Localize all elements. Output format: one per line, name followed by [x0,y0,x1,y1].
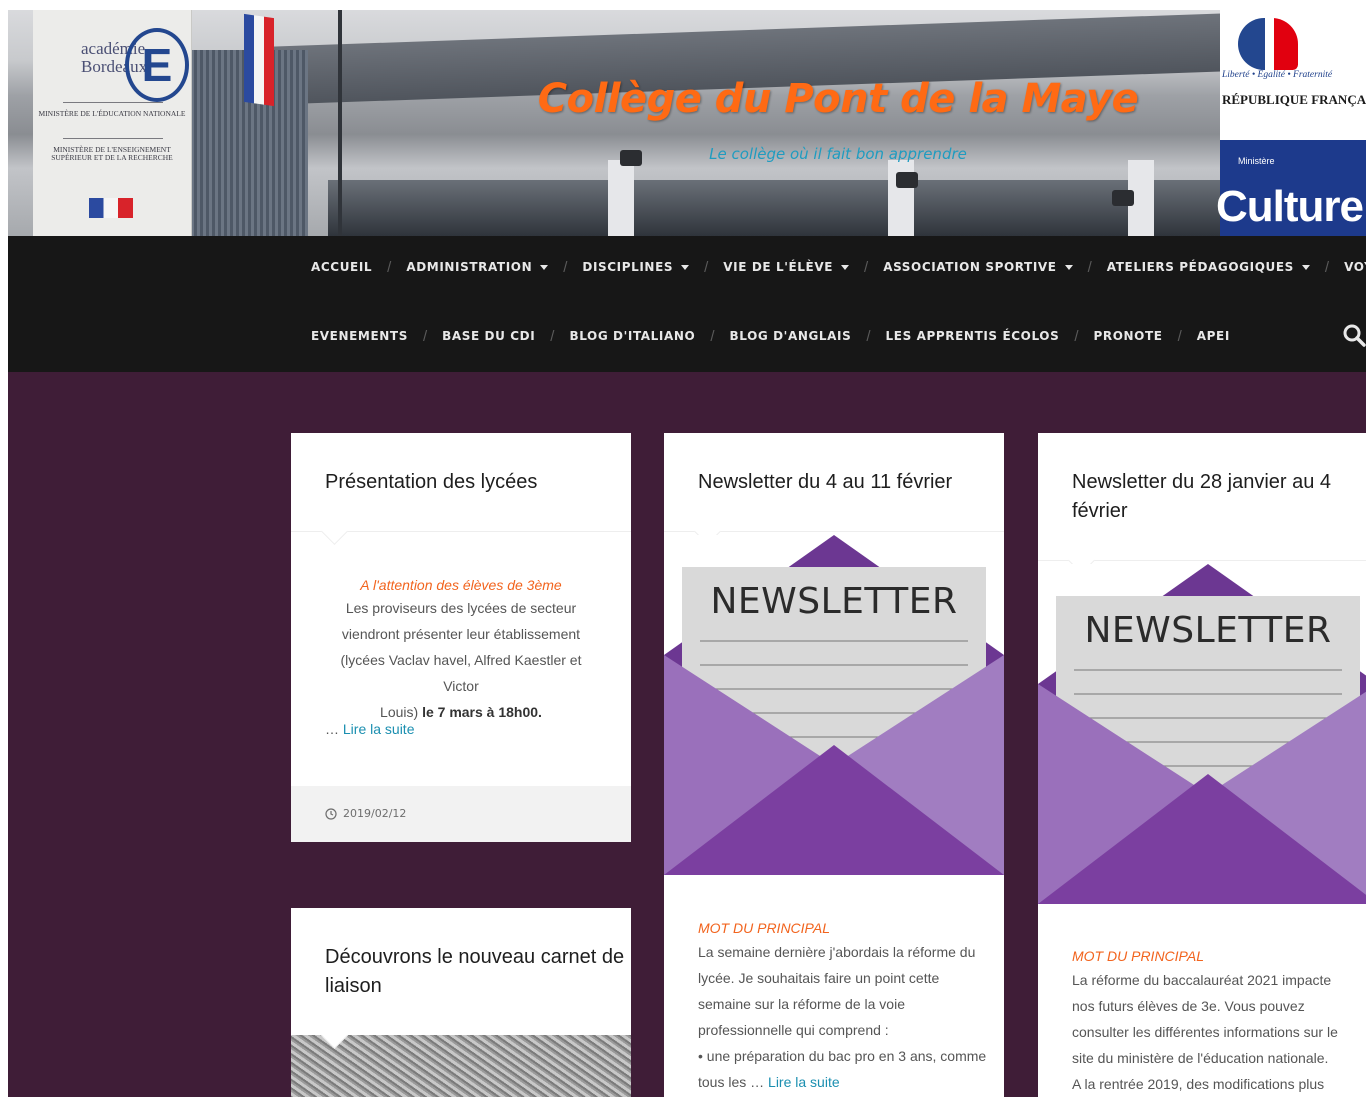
post-kicker: MOT DU PRINCIPAL [698,920,830,936]
nav-item-association-sportive[interactable]: ASSOCIATION SPORTIVE [876,256,1079,278]
page-frame: Collège du Pont de la Maye Le collège où… [8,10,1366,1097]
excerpt-line: • une préparation du bac pro en 3 ans, c… [698,1048,987,1064]
read-more-link[interactable]: Lire la suite [768,1074,840,1090]
nav-item-administration[interactable]: ADMINISTRATION [399,256,555,278]
nav-item-apprentis-ecolos[interactable]: LES APPRENTIS ÉCOLOS [879,325,1067,347]
nav-item-blog-italiano[interactable]: BLOG D'ITALIANO [562,325,702,347]
excerpt-line: La réforme du baccalauréat 2021 impacte [1072,972,1332,988]
newsletter-envelope-image[interactable]: NEWSLETTER [1038,564,1366,904]
nav-item-blog-anglais[interactable]: BLOG D'ANGLAIS [723,325,859,347]
ministere-recherche-text: MINISTÈRE DE L'ENSEIGNEMENT SUPÉRIEUR ET… [51,145,173,162]
post-meta-footer: 2019/02/12 [291,786,631,842]
clock-icon [325,807,337,820]
excerpt-line: tous les … Lire la suite [698,1074,840,1090]
card-notch [321,518,348,545]
newsletter-word: NEWSLETTER [1084,610,1332,651]
nav-item-base-cdi[interactable]: BASE DU CDI [435,325,542,347]
nav-item-evenements[interactable]: EVENEMENTS [304,325,415,347]
read-more-row: … Lire la suite [325,721,415,737]
nav-separator: / [1087,258,1092,276]
post-kicker: MOT DU PRINCIPAL [1072,948,1204,964]
nav-item-ateliers[interactable]: ATELIERS PÉDAGOGIQUES [1100,256,1317,278]
ministere-culture-logo: Liberté • Égalité • Fraternité RÉPUBLIQU… [1216,10,1366,236]
read-more-link[interactable]: Lire la suite [343,721,415,737]
post-excerpt: MOT DU PRINCIPAL La réforme du baccalaur… [1072,945,1362,1097]
nav-separator: / [1074,327,1079,345]
post-kicker: A l'attention des élèves de 3ème [360,577,562,593]
post-date[interactable]: 2019/02/12 [325,807,406,820]
chevron-down-icon [681,264,690,270]
nav-row-2: EVENEMENTS / BASE DU CDI / BLOG D'ITALIA… [304,325,1237,347]
nav-separator: / [1177,327,1182,345]
nav-separator: / [866,327,871,345]
excerpt-line: Les proviseurs des lycées de secteur [345,600,577,616]
devise-text: Liberté • Égalité • Fraternité [1222,70,1333,80]
building-pillar [608,160,634,236]
flagpole [338,10,342,236]
lamp-icon [1112,190,1134,206]
nav-item-apei[interactable]: APEI [1190,325,1237,347]
site-title[interactable]: Collège du Pont de la Maye [8,76,1366,122]
culture-label: Culture [1216,182,1364,231]
chevron-down-icon [841,264,850,270]
post-title[interactable]: Présentation des lycées [325,468,537,497]
site-tagline: Le collège où il fait bon apprendre [709,145,967,163]
nav-separator: / [550,327,555,345]
post-title[interactable]: Newsletter du 4 au 11 février [698,468,952,497]
nav-item-voyages[interactable]: VOYAGES [1337,256,1366,278]
post-title[interactable]: Découvrons le nouveau carnet de liaison [325,943,624,1001]
nav-separator: / [563,258,568,276]
nav-item-accueil[interactable]: ACCUEIL [304,256,379,278]
ministere-label: Ministère [1238,156,1275,166]
nav-separator: / [422,327,428,345]
post-card-newsletter-fevrier: Newsletter du 4 au 11 février NEWSLETTER… [664,433,1004,1097]
nav-item-pronote[interactable]: PRONOTE [1086,325,1169,347]
site-header-banner: Collège du Pont de la Maye Le collège où… [8,10,1366,236]
excerpt-line: La semaine dernière j'abordais la réform… [698,944,976,960]
nav-row-1: ACCUEIL / ADMINISTRATION / DISCIPLINES /… [304,256,1366,278]
excerpt-line: (lycées Vaclav havel, Alfred Kaestler et… [340,652,582,694]
divider [63,138,163,139]
post-excerpt: MOT DU PRINCIPAL La semaine dernière j'a… [698,917,988,1095]
e-logo-icon: E [125,28,189,102]
post-title[interactable]: Newsletter du 28 janvier au 4 février [1072,468,1331,526]
main-navigation: ACCUEIL / ADMINISTRATION / DISCIPLINES /… [8,236,1366,372]
chevron-down-icon [540,264,549,270]
post-card-carnet-liaison: Découvrons le nouveau carnet de liaison [291,908,631,1097]
post-card-presentation-lycees: Présentation des lycées A l'attention de… [291,433,631,842]
excerpt-line: semaine sur la réforme de la voie [698,996,905,1012]
excerpt-line: site du ministère de l'éducation nationa… [1072,1050,1329,1066]
marianne-mini-icon [89,198,133,218]
post-thumbnail-image[interactable] [291,1035,631,1097]
marianne-icon [1238,18,1298,70]
post-excerpt: A l'attention des élèves de 3ème Les pro… [325,575,597,725]
chevron-down-icon [1064,264,1073,270]
excerpt-line: lycée. Je souhaitais faire un point cett… [698,970,940,986]
nav-separator: / [387,258,392,276]
republique-francaise-text: RÉPUBLIQUE FRANÇAISE [1222,92,1366,107]
nav-separator: / [1324,258,1330,276]
nav-separator: / [710,327,715,345]
chevron-down-icon [1301,264,1310,270]
excerpt-line: nos futurs élèves de 3e. Vous pouvez [1072,998,1305,1014]
newsletter-envelope-image[interactable]: NEWSLETTER [664,535,1004,875]
divider [63,102,163,103]
search-icon[interactable] [1342,323,1366,347]
nav-item-disciplines[interactable]: DISCIPLINES [575,256,696,278]
academie-bordeaux-logo: académie Bordeaux E MINISTÈRE DE L'ÉDUCA… [33,10,192,236]
excerpt-line: A la rentrée 2019, des modifications plu… [1072,1076,1325,1092]
nav-separator: / [864,258,869,276]
building-entrance [328,180,1228,236]
nav-separator: / [704,258,709,276]
excerpt-line: consulter les différentes informations s… [1072,1024,1338,1040]
newsletter-word: NEWSLETTER [710,581,958,622]
excerpt-line: viendront présenter leur établissement [341,626,581,642]
excerpt-line: professionnelle qui comprend : [698,1022,889,1038]
lamp-icon [896,172,918,188]
nav-item-vie-eleve[interactable]: VIE DE L'ÉLÈVE [716,256,856,278]
ministere-education-text: MINISTÈRE DE L'ÉDUCATION NATIONALE [38,109,186,118]
post-card-newsletter-janvier: Newsletter du 28 janvier au 4 février NE… [1038,433,1366,1097]
